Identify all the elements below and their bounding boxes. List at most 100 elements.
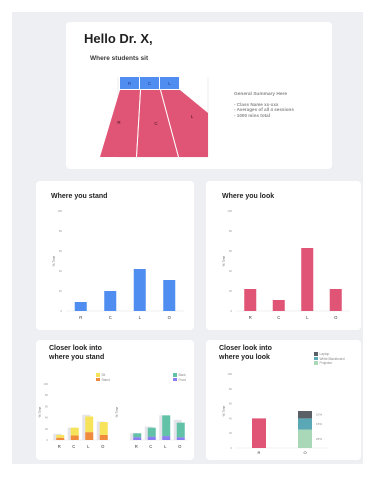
y-axis-label: % Time	[52, 255, 56, 266]
y-tick-label: 100	[57, 209, 62, 213]
x-tick-label: R	[79, 315, 82, 320]
bar-segment-front-r	[133, 437, 142, 440]
front-back-legend: Back Front	[173, 373, 186, 382]
closer-stand-title: Closer look into where you stand	[49, 344, 104, 362]
bar-l	[301, 248, 314, 311]
y-tick-label: 0	[60, 309, 62, 313]
y-tick-label: 40	[59, 269, 63, 273]
stand-card-title: Where you stand	[51, 193, 108, 200]
look-chart: 100 80 60 40 20 0 % Time R C L O	[222, 209, 350, 320]
y-axis-label: % Time	[222, 405, 226, 416]
y-tick-label: 100	[227, 209, 232, 213]
closer-look-title-line2: where you look	[219, 354, 270, 361]
bar-r	[244, 289, 257, 311]
closer-stand-title-line2: where you stand	[49, 354, 105, 361]
x-tick-label: L	[306, 315, 309, 320]
bar-o	[163, 280, 176, 311]
summary-heading: General Summary Here	[234, 92, 288, 97]
y-tick-label: 0	[230, 446, 232, 450]
y-tick-label: 80	[45, 393, 49, 397]
bar-segment-stand-o	[99, 434, 108, 440]
bar-segment-back-o	[176, 422, 185, 438]
y-tick-label: 60	[59, 249, 63, 253]
legend-item-stand: Stand	[96, 377, 110, 383]
sit-stand-legend: Sit Stand	[96, 373, 110, 382]
closer-stand-title-line1: Closer look into	[49, 345, 102, 352]
y-tick-label: 60	[45, 404, 49, 408]
closer-look-card: Closer look into where you look Laptop W…	[206, 340, 361, 460]
bar-segment-back-r	[133, 433, 142, 438]
x-tick-label: L	[87, 444, 90, 449]
bar-segment-front-l	[162, 436, 171, 440]
y-tick-label: 20	[229, 289, 233, 293]
bar-segment-front-c	[147, 436, 156, 440]
look-card-title: Where you look	[222, 193, 275, 200]
y-tick-label: 100	[43, 382, 48, 386]
y-tick-label: 40	[45, 416, 49, 420]
x-tick-label: R	[249, 315, 252, 320]
legend-item-front: Front	[173, 377, 186, 383]
y-tick-label: 80	[59, 229, 63, 233]
data-label: 10%	[316, 413, 322, 417]
x-tick-label: L	[139, 315, 142, 320]
y-tick-label: 40	[229, 416, 233, 420]
gaze-legend: Laptop White Blackboard Projector	[314, 352, 344, 366]
x-tick-label: C	[149, 444, 152, 449]
y-axis-label: % Time	[115, 406, 119, 417]
y-tick-label: 20	[229, 431, 233, 435]
look-card: Where you look 100 80 60 40 20 0 % Time R C L O	[206, 181, 361, 330]
closer-look-title-line1: Closer look into	[219, 345, 272, 352]
bar-c	[104, 291, 117, 311]
data-label: 25%	[316, 437, 322, 441]
y-tick-label: 40	[229, 269, 233, 273]
closer-stand-card: Closer look into where you stand 100 80 60…	[36, 340, 194, 460]
y-tick-label: 20	[45, 427, 49, 431]
closer-look-chart: 100 80 60 40 20 0 % Time R 25% 15% 10% O	[222, 372, 328, 455]
bar-segment-back-l	[162, 415, 171, 437]
bar-segment-sit-r	[56, 434, 65, 438]
bar-segment-sit-l	[85, 416, 94, 433]
x-tick-label: O	[178, 444, 182, 449]
y-axis-label: % Time	[38, 406, 42, 417]
x-tick-label: O	[334, 315, 338, 320]
x-tick-label: C	[277, 315, 280, 320]
y-axis-label: % Time	[222, 255, 226, 266]
y-tick-label: 80	[229, 229, 233, 233]
bar-segment-white-blackboard-o	[298, 418, 312, 430]
bar-r	[74, 302, 87, 311]
legend-item-projector: Projector	[314, 361, 344, 366]
x-tick-label: R	[258, 450, 261, 455]
bar-segment-laptop-o	[298, 411, 312, 419]
x-tick-label: R	[135, 444, 138, 449]
bar-segment-sit-c	[70, 427, 79, 436]
bar-segment-projector-r	[252, 418, 266, 448]
summary-card: Hello Dr. X, Where students sit R C L R …	[66, 22, 332, 169]
greeting-title: Hello Dr. X,	[84, 31, 153, 46]
dashboard: Hello Dr. X, Where students sit R C L R …	[0, 0, 375, 477]
seat-section-title: Where students sit	[90, 55, 149, 62]
bar-segment-back-c	[147, 427, 156, 437]
data-label: 15%	[316, 422, 322, 426]
bar-segment-front-o	[176, 437, 185, 440]
seating-diagram: R C L R C L	[100, 77, 209, 158]
x-tick-label: L	[164, 444, 167, 449]
y-tick-label: 80	[229, 387, 233, 391]
bar-segment-stand-l	[85, 432, 94, 440]
general-summary: General Summary Here - Class Name xx-xxx…	[234, 92, 328, 118]
x-tick-label: C	[109, 315, 112, 320]
stand-chart: 100 80 60 40 20 0 % Time R C L O	[52, 209, 184, 320]
bar-c	[272, 300, 285, 311]
x-tick-label: O	[168, 315, 172, 320]
stand-card: Where you stand 100 80 60 40 20 0 % Time R C L O	[36, 181, 194, 330]
bar-segment-projector-o	[298, 429, 312, 448]
y-tick-label: 0	[230, 309, 232, 313]
bar-segment-stand-c	[70, 435, 79, 440]
closer-look-title: Closer look into where you look	[219, 344, 272, 362]
y-tick-label: 20	[59, 289, 63, 293]
x-tick-label: C	[72, 444, 75, 449]
bar-o	[329, 289, 342, 311]
summary-line: - 1000 mins total	[234, 112, 270, 118]
bar-l	[133, 269, 146, 311]
y-tick-label: 60	[229, 249, 233, 253]
y-tick-label: 100	[227, 372, 232, 376]
